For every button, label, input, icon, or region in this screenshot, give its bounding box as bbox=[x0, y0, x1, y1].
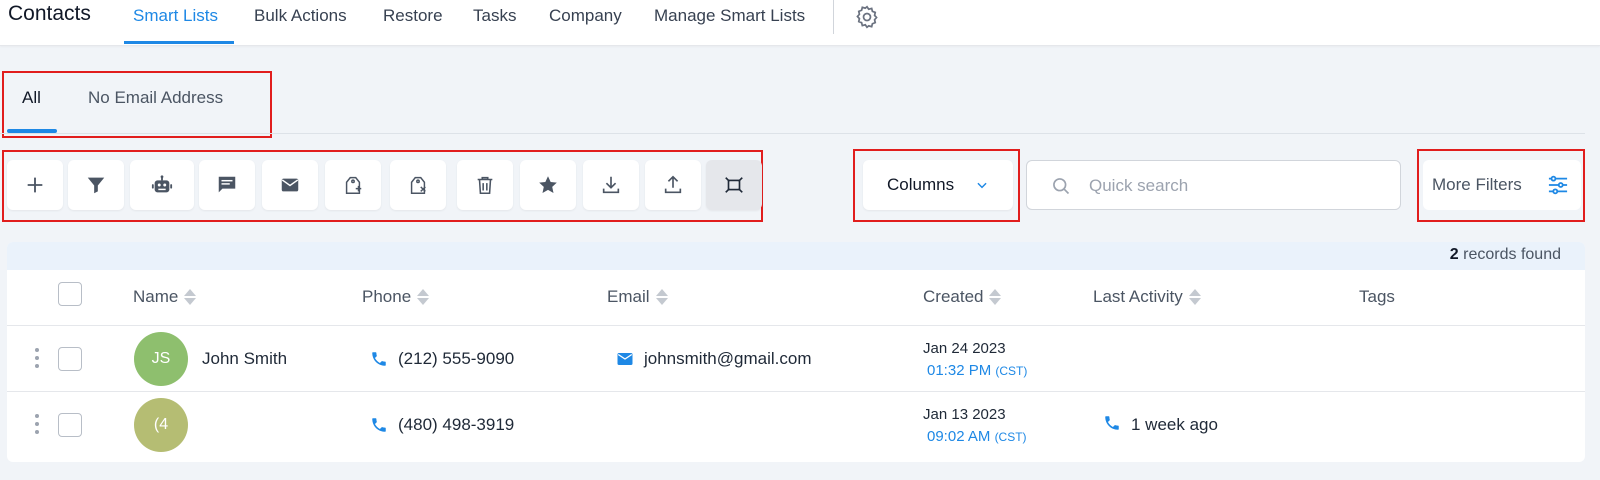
column-header-created[interactable]: Created bbox=[923, 287, 1002, 307]
sort-icon bbox=[184, 288, 197, 306]
phone-icon bbox=[372, 418, 386, 432]
trash-icon bbox=[477, 176, 493, 195]
nav-restore[interactable]: Restore bbox=[383, 6, 443, 44]
sliders-icon bbox=[1548, 175, 1568, 195]
more-filters-label: More Filters bbox=[1432, 175, 1522, 194]
send-email-button[interactable] bbox=[262, 160, 318, 210]
table-row[interactable]: (4 (480) 498-3919 Jan 13 2023 09:02 AM (… bbox=[7, 392, 1585, 458]
created-date: Jan 24 2023 bbox=[923, 340, 1006, 357]
nav-manage-smart-lists[interactable]: Manage Smart Lists bbox=[654, 6, 805, 44]
columns-label: Columns bbox=[887, 175, 955, 194]
avatar[interactable]: (4 bbox=[134, 398, 188, 452]
nav-divider bbox=[833, 0, 834, 34]
contact-email[interactable]: johnsmith@gmail.com bbox=[644, 349, 811, 369]
automation-button[interactable] bbox=[130, 160, 194, 210]
column-header-tags: Tags bbox=[1359, 287, 1395, 306]
sort-icon bbox=[417, 288, 430, 306]
tabs-divider bbox=[0, 133, 1585, 134]
more-filters-button[interactable]: More Filters bbox=[1423, 160, 1581, 210]
chevron-down-icon bbox=[977, 182, 987, 189]
add-tag-button[interactable] bbox=[325, 160, 381, 210]
contact-phone[interactable]: (480) 498-3919 bbox=[398, 415, 514, 435]
row-menu-icon[interactable] bbox=[34, 414, 40, 436]
contact-phone[interactable]: (212) 555-9090 bbox=[398, 349, 514, 369]
delete-button[interactable] bbox=[457, 160, 513, 210]
top-nav: Contacts Smart Lists Bulk Actions Restor… bbox=[0, 0, 1600, 46]
filter-icon bbox=[87, 177, 105, 194]
contacts-table: 2 records found Name Phone Email Created… bbox=[7, 242, 1585, 462]
gear-icon[interactable] bbox=[854, 4, 880, 30]
nav-smart-lists[interactable]: Smart Lists bbox=[133, 6, 218, 44]
add-contact-button[interactable] bbox=[7, 160, 63, 210]
search-icon bbox=[1053, 178, 1070, 195]
column-header-name[interactable]: Name bbox=[133, 287, 197, 307]
nav-tasks[interactable]: Tasks bbox=[473, 6, 516, 44]
app-title: Contacts bbox=[8, 2, 91, 25]
upload-icon bbox=[664, 175, 682, 194]
sort-icon bbox=[1188, 288, 1201, 306]
send-sms-button[interactable] bbox=[199, 160, 255, 210]
column-header-email[interactable]: Email bbox=[607, 287, 668, 307]
search-input[interactable] bbox=[1089, 171, 1389, 201]
robot-icon bbox=[151, 175, 173, 193]
review-button[interactable] bbox=[520, 160, 576, 210]
star-icon bbox=[539, 176, 557, 193]
merge-icon bbox=[725, 177, 743, 193]
mail-icon bbox=[281, 178, 299, 192]
table-header: Name Phone Email Created Last Activity T… bbox=[7, 270, 1585, 326]
row-checkbox[interactable] bbox=[58, 347, 82, 371]
tab-all[interactable]: All bbox=[22, 88, 41, 108]
sort-icon bbox=[655, 288, 668, 306]
last-activity: 1 week ago bbox=[1131, 415, 1218, 434]
nav-bulk-actions[interactable]: Bulk Actions bbox=[254, 6, 347, 44]
records-found: 2 records found bbox=[1450, 246, 1561, 264]
tab-no-email-address[interactable]: No Email Address bbox=[88, 88, 223, 108]
records-suffix: records found bbox=[1463, 246, 1561, 263]
mail-icon bbox=[617, 353, 633, 365]
import-button[interactable] bbox=[645, 160, 701, 210]
message-icon bbox=[218, 176, 236, 193]
tag-remove-icon bbox=[410, 176, 426, 194]
row-menu-icon[interactable] bbox=[34, 348, 40, 370]
active-nav-indicator bbox=[124, 41, 234, 44]
table-row[interactable]: JS John Smith (212) 555-9090 johnsmith@g… bbox=[7, 326, 1585, 392]
records-bar: 2 records found bbox=[7, 242, 1585, 270]
quick-search bbox=[1026, 160, 1401, 210]
phone-icon bbox=[1105, 416, 1119, 430]
filter-button[interactable] bbox=[68, 160, 124, 210]
created-time: 09:02 AM (CST) bbox=[927, 428, 1027, 445]
created-date: Jan 13 2023 bbox=[923, 406, 1006, 423]
select-all-checkbox[interactable] bbox=[58, 282, 82, 306]
records-count: 2 bbox=[1449, 246, 1459, 263]
nav-company[interactable]: Company bbox=[549, 6, 622, 44]
contact-name[interactable]: John Smith bbox=[202, 349, 287, 369]
avatar[interactable]: JS bbox=[134, 332, 188, 386]
created-time: 01:32 PM (CST) bbox=[927, 362, 1028, 379]
sort-icon bbox=[989, 288, 1002, 306]
remove-tag-button[interactable] bbox=[390, 160, 446, 210]
phone-icon bbox=[372, 352, 386, 366]
merge-button[interactable] bbox=[706, 160, 762, 210]
plus-icon bbox=[27, 177, 43, 193]
download-icon bbox=[602, 176, 620, 194]
column-header-phone[interactable]: Phone bbox=[362, 287, 430, 307]
column-header-last-activity[interactable]: Last Activity bbox=[1093, 287, 1201, 307]
export-button[interactable] bbox=[583, 160, 639, 210]
tag-add-icon bbox=[345, 176, 362, 194]
columns-dropdown[interactable]: Columns bbox=[863, 160, 1013, 210]
row-checkbox[interactable] bbox=[58, 413, 82, 437]
